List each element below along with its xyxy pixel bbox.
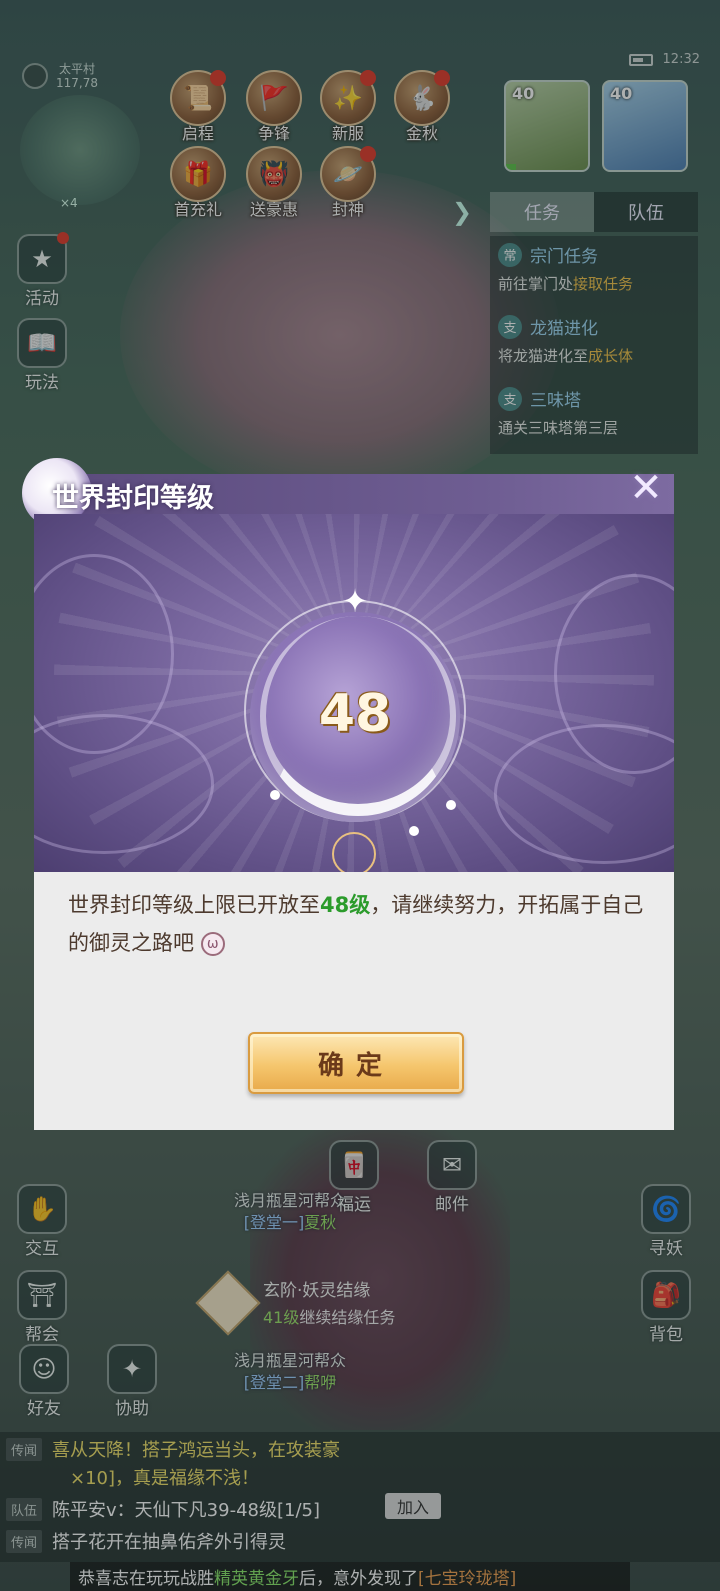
seal-level-number: 48	[318, 684, 392, 744]
orbit-dot	[270, 790, 280, 800]
confirm-button[interactable]: 确定	[248, 1032, 464, 1094]
orbit-dot	[409, 826, 419, 836]
pendant-icon	[332, 832, 376, 872]
orbit-dot	[446, 800, 456, 810]
world-seal-level-dialog: 世界封印等级 ✕ ✦ 48 世界封印等级上限已开放至48级，请继续努力，开拓属于…	[22, 458, 674, 1130]
cat-emoji-icon: ω	[200, 932, 225, 956]
level-cap: 48级	[320, 893, 371, 917]
dialog-title: 世界封印等级	[52, 483, 214, 514]
dialog-message: 世界封印等级上限已开放至48级，请继续努力，开拓属于自己的御灵之路吧 ω	[68, 893, 644, 956]
seal-orb-artwork: ✦ 48	[34, 514, 674, 872]
close-icon[interactable]: ✕	[624, 465, 668, 511]
dialog-body: 世界封印等级上限已开放至48级，请继续努力，开拓属于自己的御灵之路吧 ω 确定	[34, 872, 674, 1130]
